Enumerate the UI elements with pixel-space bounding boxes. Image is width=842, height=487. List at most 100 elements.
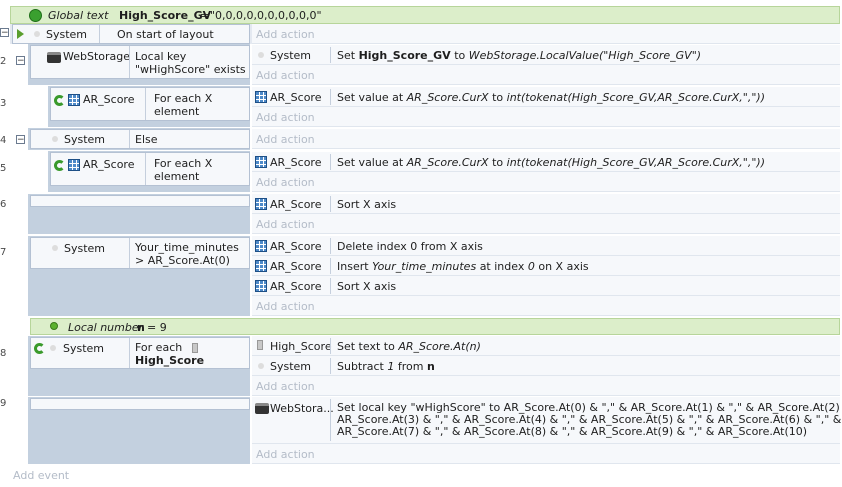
action-subtract[interactable]: System Subtract 1 from n bbox=[252, 356, 840, 376]
action-verb: Set text to bbox=[337, 340, 395, 353]
add-action-link[interactable]: Add action bbox=[252, 24, 840, 44]
action-set-text[interactable]: High_Score Set text to AR_Score.At(n) bbox=[252, 336, 840, 356]
divider bbox=[145, 88, 146, 120]
condition-object: WebStorage bbox=[63, 50, 131, 63]
trigger-arrow-icon bbox=[17, 29, 24, 39]
action-text: Sort X axis bbox=[337, 280, 397, 293]
action-text: Insert Your_time_minutes at index 0 on X… bbox=[337, 260, 589, 273]
divider bbox=[145, 153, 146, 185]
action-mid: at index bbox=[479, 260, 525, 273]
action-text: Set High_Score_GV to WebStorage.LocalVal… bbox=[337, 49, 701, 62]
condition-text: For each High_Score bbox=[135, 341, 204, 367]
add-action-link[interactable]: Add action bbox=[252, 296, 840, 316]
action-set-value[interactable]: AR_Score Set value at AR_Score.CurX to i… bbox=[252, 87, 840, 107]
condition-object: AR_Score bbox=[83, 93, 135, 106]
action-insert[interactable]: AR_Score Insert Your_time_minutes at ind… bbox=[252, 256, 840, 276]
action-text-line: AR_Score.At(7) & "," & AR_Score.At(8) & … bbox=[337, 425, 808, 438]
action-object: High_Score bbox=[270, 340, 332, 353]
condition-start-of-layout[interactable]: System On start of layout bbox=[12, 24, 250, 44]
action-sort-x[interactable]: AR_Score Sort X axis bbox=[252, 276, 840, 296]
action-object: AR_Score bbox=[270, 280, 322, 293]
action-variable: n bbox=[426, 360, 435, 373]
condition-object: AR_Score bbox=[83, 158, 135, 171]
add-action-link[interactable]: Add action bbox=[252, 214, 840, 234]
add-action-link[interactable]: Add action bbox=[252, 444, 840, 464]
add-action-link[interactable]: Add action bbox=[252, 376, 840, 396]
action-set-global[interactable]: System Set High_Score_GV to WebStorage.L… bbox=[252, 45, 840, 65]
action-object: AR_Score bbox=[270, 240, 322, 253]
divider bbox=[330, 278, 331, 294]
condition-for-each-object[interactable]: System For each High_Score bbox=[30, 337, 250, 369]
loop-icon bbox=[54, 95, 65, 106]
action-to: to bbox=[492, 156, 504, 169]
action-object: System bbox=[270, 49, 312, 62]
condition-text: Local key "wHighScore" exists bbox=[135, 50, 246, 76]
global-var-value: "0,0,0,0,0,0,0,0,0,0" bbox=[210, 9, 322, 22]
action-set-local-key[interactable]: WebStora... Set local key "wHighScore" t… bbox=[252, 397, 842, 444]
action-object: AR_Score bbox=[270, 260, 322, 273]
divider bbox=[129, 338, 130, 368]
condition-text: Else bbox=[135, 133, 158, 146]
add-action-link[interactable]: Add action bbox=[252, 129, 840, 149]
array-icon bbox=[255, 198, 267, 210]
condition-object: System bbox=[64, 133, 106, 146]
action-object: WebStora... bbox=[270, 402, 334, 415]
action-object: System bbox=[270, 360, 312, 373]
local-var-prefix: Local number bbox=[68, 321, 144, 334]
add-action-link[interactable]: Add action bbox=[252, 65, 840, 85]
action-variable: Your_time_minutes bbox=[372, 260, 477, 273]
action-object: AR_Score bbox=[270, 156, 322, 169]
collapse-toggle[interactable]: − bbox=[16, 135, 25, 145]
action-text: Delete index 0 from X axis bbox=[337, 240, 483, 253]
action-delete-index[interactable]: AR_Score Delete index 0 from X axis bbox=[252, 236, 840, 256]
action-set-value[interactable]: AR_Score Set value at AR_Score.CurX to i… bbox=[252, 152, 840, 172]
condition-object: System bbox=[64, 242, 106, 255]
text-object-icon bbox=[257, 340, 263, 350]
event-number: 9 bbox=[0, 398, 7, 409]
global-variable-row[interactable]: Global text High_Score_GV = "0,0,0,0,0,0… bbox=[10, 6, 840, 24]
divider bbox=[330, 154, 331, 170]
action-sort-x[interactable]: AR_Score Sort X axis bbox=[252, 194, 840, 214]
array-icon bbox=[68, 94, 80, 106]
empty-condition[interactable] bbox=[30, 195, 250, 207]
action-expression: AR_Score.CurX bbox=[406, 91, 489, 104]
condition-for-each-x[interactable]: AR_Score For each X element bbox=[50, 152, 250, 186]
action-verb: Set value at bbox=[337, 156, 404, 169]
event-number: 4 bbox=[0, 135, 7, 146]
action-text: Sort X axis bbox=[337, 198, 397, 211]
add-action-link[interactable]: Add action bbox=[252, 172, 840, 192]
divider bbox=[330, 196, 331, 212]
add-action-link[interactable]: Add action bbox=[252, 107, 840, 127]
event-number: 2 bbox=[0, 56, 7, 67]
collapse-toggle[interactable]: − bbox=[0, 28, 9, 38]
event-number: 6 bbox=[0, 199, 7, 210]
add-event-link[interactable]: Add event bbox=[13, 469, 69, 482]
event-number: 3 bbox=[0, 98, 7, 109]
condition-object: System bbox=[46, 28, 88, 41]
collapse-toggle[interactable]: − bbox=[16, 56, 25, 66]
divider bbox=[129, 46, 130, 78]
action-object: AR_Score bbox=[270, 91, 322, 104]
loop-icon bbox=[54, 160, 65, 171]
divider bbox=[330, 338, 331, 354]
local-var-name: n bbox=[137, 321, 145, 334]
action-mid: from bbox=[397, 360, 424, 373]
condition-compare-time[interactable]: System Your_time_minutes > AR_Score.At(0… bbox=[30, 237, 250, 269]
condition-for-each-x[interactable]: AR_Score For each X element bbox=[50, 87, 250, 121]
condition-local-key-exists[interactable]: WebStorage Local key "wHighScore" exists bbox=[30, 45, 250, 79]
global-var-equals: = bbox=[200, 9, 210, 22]
action-expression: int(tokenat(High_Score_GV,AR_Score.CurX,… bbox=[506, 156, 766, 169]
action-text: Set local key "wHighScore" to AR_Score.A… bbox=[337, 402, 842, 438]
divider bbox=[330, 399, 331, 441]
divider bbox=[330, 47, 331, 63]
condition-text: On start of layout bbox=[117, 28, 214, 41]
array-icon bbox=[255, 91, 267, 103]
location-pin-icon bbox=[50, 322, 58, 330]
condition-text: For each X element bbox=[154, 157, 213, 183]
empty-condition[interactable] bbox=[30, 398, 250, 410]
action-post: on X axis bbox=[538, 260, 589, 273]
local-variable-row[interactable]: Local number n = 9 bbox=[30, 318, 840, 335]
webstorage-icon bbox=[255, 403, 269, 414]
action-text: Set value at AR_Score.CurX to int(tokena… bbox=[337, 156, 765, 169]
condition-else[interactable]: System Else bbox=[30, 129, 250, 149]
